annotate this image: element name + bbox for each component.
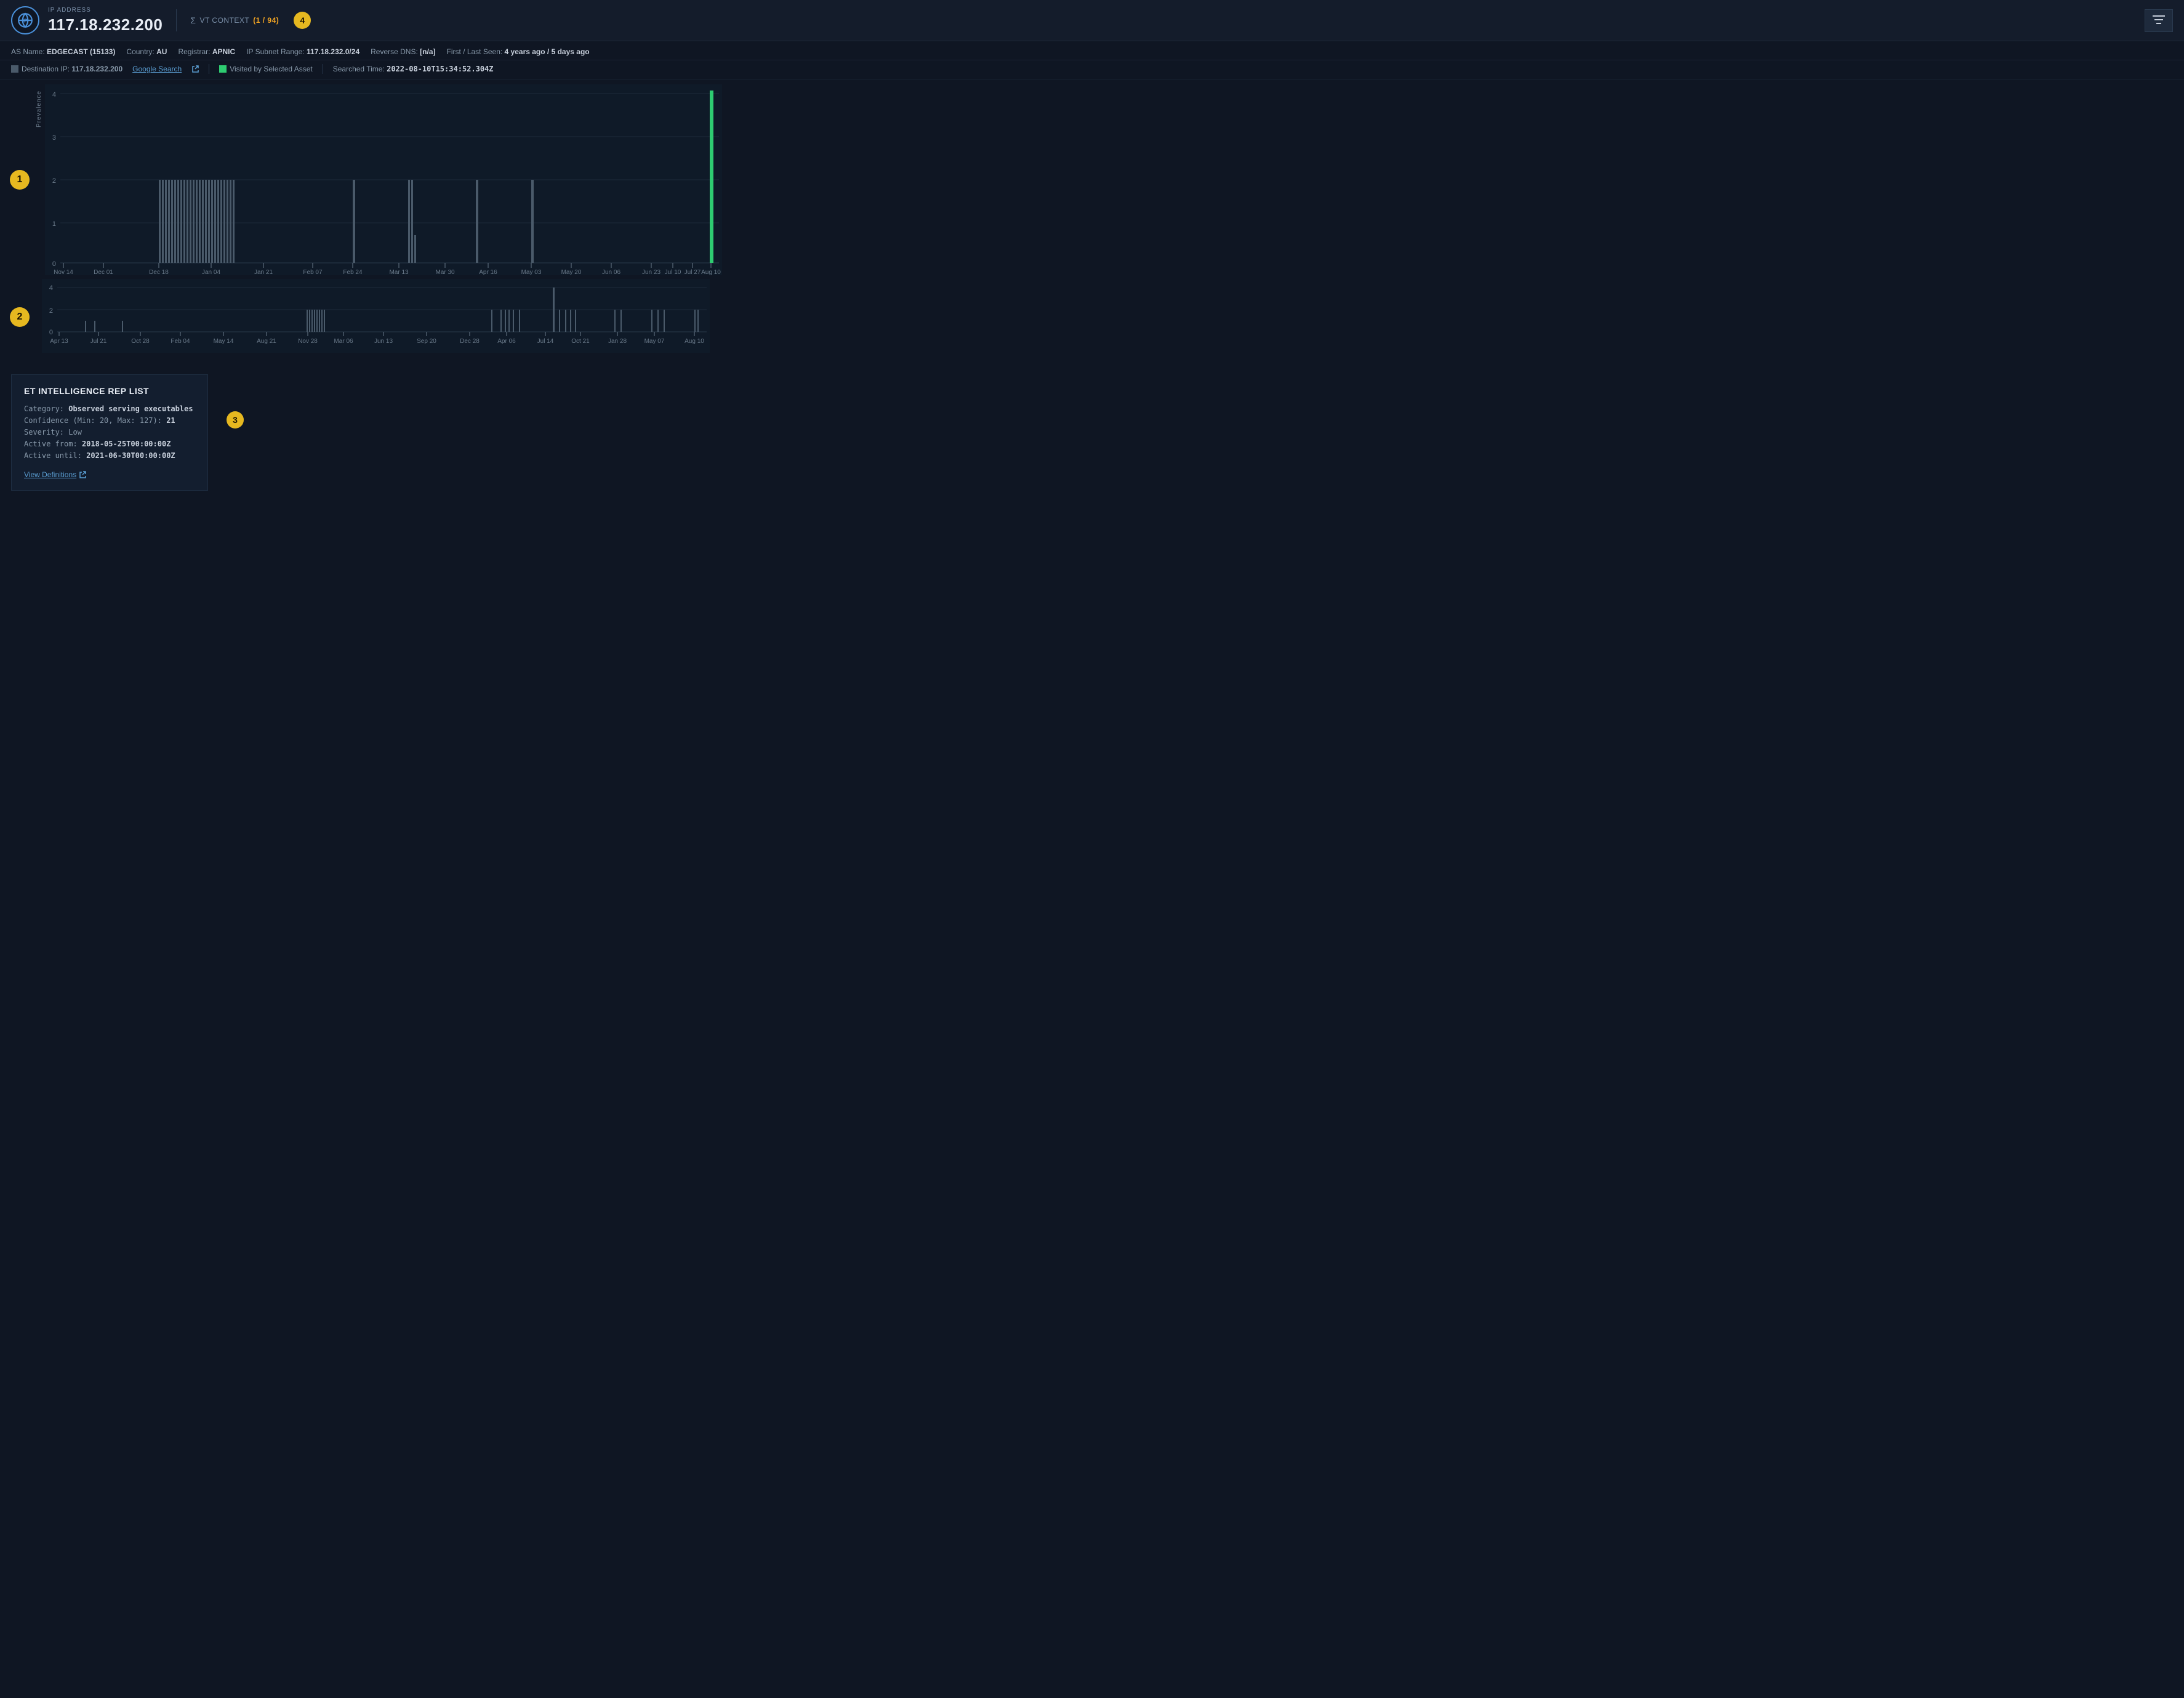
svg-text:4: 4 xyxy=(52,91,56,99)
chart2-wrapper: 2 4 2 0 xyxy=(23,279,2178,355)
svg-text:May 07: May 07 xyxy=(644,338,665,345)
chart1-container: Prevalence 4 3 2 1 0 xyxy=(33,84,2178,275)
svg-text:1: 1 xyxy=(52,220,56,228)
svg-text:Mar 30: Mar 30 xyxy=(435,269,455,275)
external-link-icon xyxy=(191,65,199,73)
svg-text:Feb 04: Feb 04 xyxy=(171,338,190,345)
svg-text:Jan 21: Jan 21 xyxy=(254,269,273,275)
subnet: IP Subnet Range: 117.18.232.0/24 xyxy=(246,47,359,56)
svg-text:Jan 28: Jan 28 xyxy=(608,338,627,345)
metadata-bar: AS Name: EDGECAST (15133) Country: AU Re… xyxy=(0,41,2184,60)
svg-text:3: 3 xyxy=(52,134,56,142)
svg-text:Dec 18: Dec 18 xyxy=(149,269,169,275)
intel-card-title: ET INTELLIGENCE REP LIST xyxy=(24,386,195,396)
svg-text:Jul 14: Jul 14 xyxy=(537,338,554,345)
visited-color xyxy=(219,65,227,73)
svg-text:Nov 28: Nov 28 xyxy=(298,338,318,345)
header-title-block: IP ADDRESS 117.18.232.200 xyxy=(48,7,163,34)
svg-text:May 14: May 14 xyxy=(214,338,234,345)
svg-text:Aug 21: Aug 21 xyxy=(257,338,276,345)
legend-row: Destination IP: 117.18.232.200 Google Se… xyxy=(0,60,2184,79)
svg-text:Oct 28: Oct 28 xyxy=(131,338,150,345)
google-search-link[interactable]: Google Search xyxy=(132,65,182,73)
ip-label: IP ADDRESS xyxy=(48,7,163,14)
visited-legend: Visited by Selected Asset xyxy=(219,65,313,73)
vt-count: (1 / 94) xyxy=(253,16,279,25)
svg-text:May 03: May 03 xyxy=(521,269,542,275)
dest-ip-legend: Destination IP: 117.18.232.200 xyxy=(11,65,122,73)
filter-button[interactable] xyxy=(2145,9,2173,32)
ip-address: 117.18.232.200 xyxy=(48,15,163,34)
svg-text:2: 2 xyxy=(52,177,56,185)
badge-3: 3 xyxy=(227,411,244,429)
registrar: Registrar: APNIC xyxy=(178,47,235,56)
header: IP IP ADDRESS 117.18.232.200 Σ VT CONTEX… xyxy=(0,0,2184,41)
svg-text:Jun 06: Jun 06 xyxy=(602,269,620,275)
svg-text:Jan 04: Jan 04 xyxy=(202,269,220,275)
chart2-svg: 4 2 0 xyxy=(42,279,710,353)
svg-text:Jul 21: Jul 21 xyxy=(90,338,107,345)
svg-text:Feb 24: Feb 24 xyxy=(343,269,363,275)
searched-time: Searched Time: 2022-08-10T15:34:52.304Z xyxy=(333,65,494,73)
chart1-wrapper: 1 Prevalence 4 3 2 1 0 xyxy=(23,84,2178,275)
svg-text:Jul 27: Jul 27 xyxy=(685,269,701,275)
severity-row: Severity: Low xyxy=(24,428,195,437)
svg-text:Apr 13: Apr 13 xyxy=(50,338,68,345)
sigma-icon: Σ xyxy=(190,15,196,25)
chart2-container: 4 2 0 xyxy=(42,279,2178,355)
visited-label: Visited by Selected Asset xyxy=(230,65,313,73)
active-until-row: Active until: 2021-06-30T00:00:00Z xyxy=(24,451,195,460)
chart1-svg: 4 3 2 1 0 xyxy=(45,84,722,275)
svg-text:Dec 28: Dec 28 xyxy=(460,338,480,345)
svg-text:May 20: May 20 xyxy=(561,269,582,275)
svg-text:4: 4 xyxy=(49,284,53,292)
svg-text:0: 0 xyxy=(52,260,56,268)
svg-text:Dec 01: Dec 01 xyxy=(94,269,113,275)
svg-text:Apr 06: Apr 06 xyxy=(497,338,516,345)
vt-context-label: VT CONTEXT xyxy=(199,16,249,25)
badge-4: 4 xyxy=(294,12,311,29)
svg-text:Oct 21: Oct 21 xyxy=(571,338,590,345)
external-link-icon2 xyxy=(79,471,86,478)
header-divider xyxy=(176,9,177,31)
active-from-row: Active from: 2018-05-25T00:00:00Z xyxy=(24,440,195,448)
svg-text:Feb 07: Feb 07 xyxy=(303,269,323,275)
svg-text:Aug 10: Aug 10 xyxy=(685,338,704,345)
as-name-label: AS Name: EDGECAST (15133) xyxy=(11,47,115,56)
header-left: IP IP ADDRESS 117.18.232.200 Σ VT CONTEX… xyxy=(11,6,311,34)
svg-text:Mar 06: Mar 06 xyxy=(334,338,353,345)
svg-text:Nov 14: Nov 14 xyxy=(54,269,73,275)
rdns: Reverse DNS: [n/a] xyxy=(371,47,435,56)
svg-text:IP: IP xyxy=(23,17,28,23)
country: Country: AU xyxy=(126,47,167,56)
charts-area: 1 Prevalence 4 3 2 1 0 xyxy=(0,79,2184,363)
view-definitions-link[interactable]: View Definitions xyxy=(24,470,86,479)
dest-ip-legend-label: Destination IP: 117.18.232.200 xyxy=(22,65,122,73)
ip-icon: IP xyxy=(11,6,39,34)
svg-text:Apr 16: Apr 16 xyxy=(479,269,497,275)
intel-card: ET INTELLIGENCE REP LIST Category: Obser… xyxy=(11,374,208,491)
confidence-row: Confidence (Min: 20, Max: 127): 21 xyxy=(24,416,195,425)
category-row: Category: Observed serving executables xyxy=(24,404,195,413)
first-last-seen: First / Last Seen: 4 years ago / 5 days … xyxy=(447,47,590,56)
badge-2: 2 xyxy=(10,307,30,327)
svg-text:Jul 10: Jul 10 xyxy=(665,269,681,275)
badge-1: 1 xyxy=(10,170,30,190)
svg-text:2: 2 xyxy=(49,307,53,315)
y-axis-label: Prevalence xyxy=(33,91,45,127)
svg-text:0: 0 xyxy=(49,329,53,336)
dest-ip-color xyxy=(11,65,18,73)
svg-text:Sep 20: Sep 20 xyxy=(417,338,436,345)
bottom-section: ET INTELLIGENCE REP LIST Category: Obser… xyxy=(0,363,2184,502)
svg-text:Jun 13: Jun 13 xyxy=(374,338,393,345)
svg-text:Jun 23: Jun 23 xyxy=(642,269,660,275)
svg-text:Aug 10: Aug 10 xyxy=(701,269,721,275)
svg-text:Mar 13: Mar 13 xyxy=(389,269,409,275)
vt-context[interactable]: Σ VT CONTEXT (1 / 94) xyxy=(190,15,279,25)
